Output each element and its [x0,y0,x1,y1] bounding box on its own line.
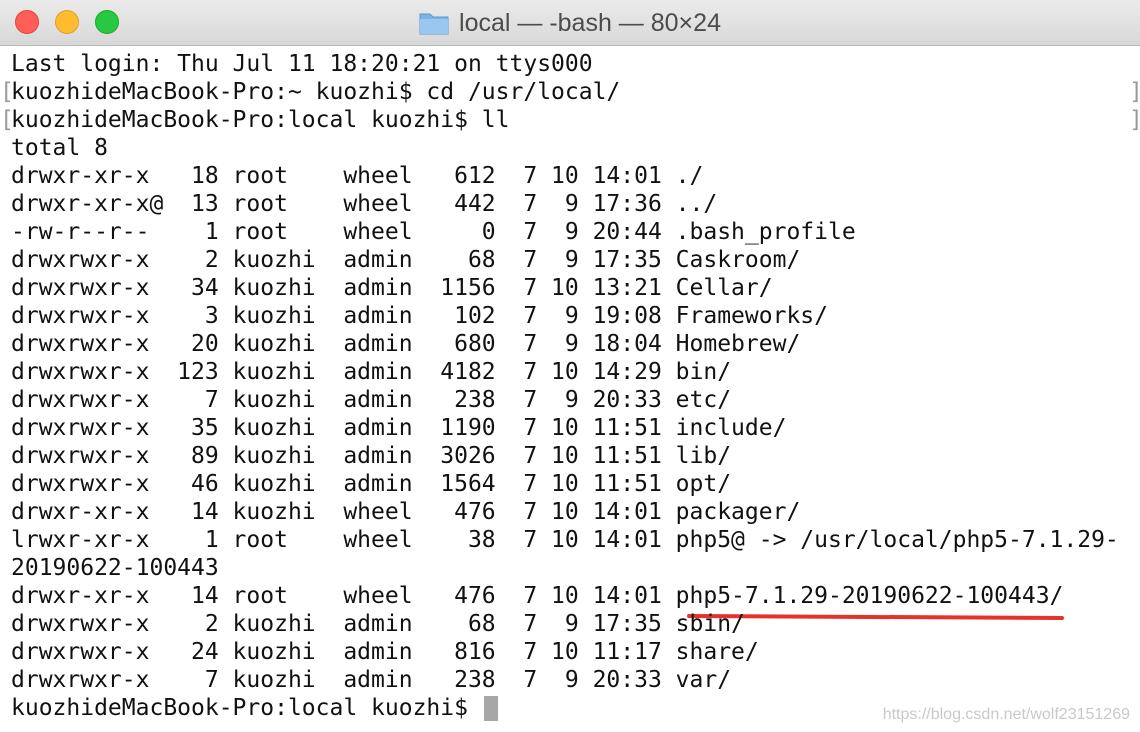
terminal-line: kuozhideMacBook-Pro:~ kuozhi$ cd /usr/lo… [11,79,621,105]
terminal-line: drwxrwxr-x 7 kuozhi admin 238 7 9 20:33 … [11,667,732,693]
title-bar[interactable]: local — -bash — 80×24 [0,0,1140,46]
terminal-line: drwxr-xr-x@ 13 root wheel 442 7 9 17:36 … [11,191,718,217]
terminal-line: -rw-r--r-- 1 root wheel 0 7 9 20:44 .bas… [11,219,856,245]
folder-icon [419,11,449,35]
terminal-line: drwxrwxr-x 24 kuozhi admin 816 7 10 11:1… [11,639,759,665]
terminal-line: drwxr-xr-x 18 root wheel 612 7 10 14:01 … [11,163,704,189]
terminal-line: drwxrwxr-x 123 kuozhi admin 4182 7 10 14… [11,359,732,385]
text-cursor [483,696,498,721]
terminal-line: total 8 [11,135,108,161]
terminal-line: drwxrwxr-x 20 kuozhi admin 680 7 9 18:04… [11,331,801,357]
terminal-line: 20190622-100443 [11,555,219,581]
prompt-line[interactable]: kuozhideMacBook-Pro:local kuozhi$ [11,694,498,722]
terminal-content[interactable]: Last login: Thu Jul 11 18:20:21 on ttys0… [0,50,1140,732]
terminal-line: drwxrwxr-x 34 kuozhi admin 1156 7 10 13:… [11,275,773,301]
window-title-area: local — -bash — 80×24 [0,0,1140,46]
window-title: local — -bash — 80×24 [459,8,721,37]
terminal-line: lrwxr-xr-x 1 root wheel 38 7 10 14:01 ph… [11,527,1119,553]
terminal-window: local — -bash — 80×24 Last login: Thu Ju… [0,0,1140,732]
prompt-text: kuozhideMacBook-Pro:local kuozhi$ [11,695,482,721]
terminal-line: drwxrwxr-x 35 kuozhi admin 1190 7 10 11:… [11,415,787,441]
terminal-line: Last login: Thu Jul 11 18:20:21 on ttys0… [11,51,593,77]
terminal-line: drwxrwxr-x 89 kuozhi admin 3026 7 10 11:… [11,443,732,469]
terminal-line: drwxrwxr-x 46 kuozhi admin 1564 7 10 11:… [11,471,732,497]
mark-bracket-right: ] [1129,106,1140,134]
terminal-line: drwxrwxr-x 7 kuozhi admin 238 7 9 20:33 … [11,387,732,413]
terminal-line: kuozhideMacBook-Pro:local kuozhi$ ll [11,107,510,133]
mark-bracket-right: ] [1129,78,1140,106]
watermark: https://blog.csdn.net/wolf23151269 [882,706,1130,723]
terminal-line: drwxr-xr-x 14 kuozhi wheel 476 7 10 14:0… [11,499,801,525]
terminal-line: drwxrwxr-x 2 kuozhi admin 68 7 9 17:35 C… [11,247,801,273]
terminal-line: drwxrwxr-x 2 kuozhi admin 68 7 9 17:35 s… [11,611,745,637]
terminal-line-highlighted: drwxr-xr-x 14 root wheel 476 7 10 14:01 … [11,583,1064,609]
terminal-line: drwxrwxr-x 3 kuozhi admin 102 7 9 19:08 … [11,303,828,329]
